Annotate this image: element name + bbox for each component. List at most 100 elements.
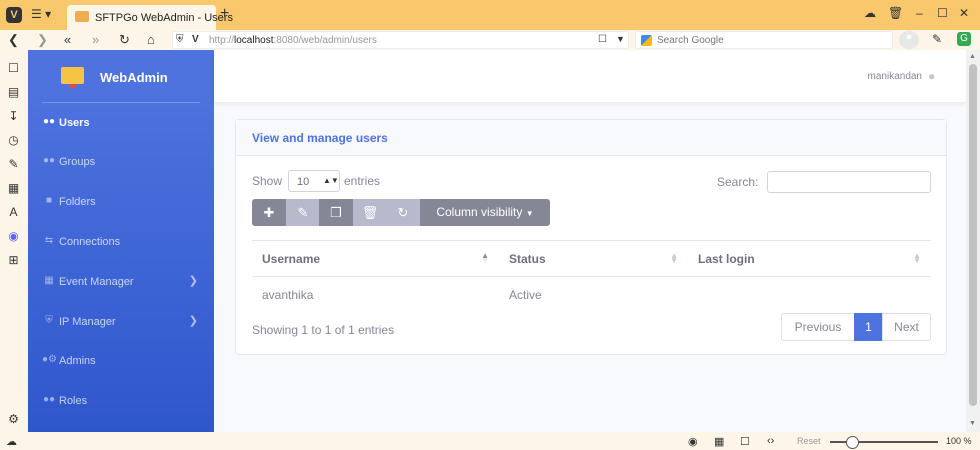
url-field[interactable]: ⛨ V http://localhost:8080/web/admin/user… xyxy=(172,31,629,49)
sftpgo-logo[interactable] xyxy=(61,67,84,88)
new-tab-button[interactable]: + xyxy=(220,5,229,23)
translate-icon[interactable]: A xyxy=(6,205,21,220)
reload-icon[interactable]: ↻ xyxy=(119,32,130,48)
column-header-status[interactable]: Status ▲ ▼ xyxy=(499,240,688,277)
reading-list-icon[interactable]: ▤ xyxy=(6,85,21,100)
column-header-username[interactable]: Username ▲ ▼ xyxy=(252,240,499,277)
history-icon[interactable]: ◷ xyxy=(6,133,21,148)
extension-icon[interactable]: ✎ xyxy=(932,32,942,46)
add-user-button[interactable]: ✚ xyxy=(252,199,286,226)
scroll-up-icon[interactable]: ▲ xyxy=(969,53,976,60)
sidebar-item-event-manager[interactable]: ▦ Event Manager ❯ xyxy=(28,269,214,295)
column-visibility-label: Column visibility xyxy=(436,205,523,219)
image-icon[interactable]: ▦ xyxy=(714,435,724,448)
search-google-field[interactable]: Search Google xyxy=(635,31,893,49)
sidebar-item-users[interactable]: ●● Users xyxy=(28,110,214,136)
tab-title: SFTPGo WebAdmin - Users xyxy=(95,12,233,24)
table-header-row: Username ▲ ▼ Status ▲ ▼ Last login ▲ ▼ xyxy=(252,240,931,277)
edit-user-button[interactable]: ✎ xyxy=(286,199,320,226)
search-placeholder: Search Google xyxy=(657,35,724,46)
home-icon[interactable]: ⌂ xyxy=(147,32,155,47)
capture-icon[interactable]: ◉ xyxy=(688,435,698,448)
extension-g-icon[interactable]: G xyxy=(957,32,971,46)
bookmarks-panel-icon[interactable]: ☐ xyxy=(6,61,21,76)
settings-icon[interactable]: ⚙ xyxy=(6,412,21,427)
card-header: View and manage users xyxy=(236,120,946,156)
sort-icon: ▲ ▼ xyxy=(670,251,678,265)
url-scheme: http:// xyxy=(209,35,235,46)
search-input[interactable] xyxy=(767,171,931,193)
zoom-reset-button[interactable]: Reset xyxy=(797,436,821,446)
page-1-button[interactable]: 1 xyxy=(854,313,883,341)
clone-user-button[interactable]: ❐ xyxy=(319,199,353,226)
sidebar-item-connections[interactable]: ⇆ Connections xyxy=(28,229,214,255)
browser-side-panel: ☐ ▤ ↧ ◷ ✎ ▦ A ◉ ⊞ ⚙ xyxy=(0,50,28,432)
trash-icon[interactable]: 🗑 xyxy=(888,6,903,20)
vivaldi-v-icon[interactable]: V xyxy=(192,34,199,45)
exchange-icon: ⇆ xyxy=(44,235,54,246)
sidebar-item-folders[interactable]: ■ Folders xyxy=(28,189,214,215)
google-icon xyxy=(641,35,652,46)
tab-stack-icon[interactable]: ☰ ▾ xyxy=(31,7,53,23)
minimize-icon[interactable]: – xyxy=(916,6,923,20)
mastodon-icon[interactable]: ◉ xyxy=(6,229,21,244)
next-page-button[interactable]: Next xyxy=(882,313,931,341)
sidebar-item-ip-manager[interactable]: ⛨ IP Manager ❯ xyxy=(28,309,214,335)
profile-avatar-icon[interactable]: ● xyxy=(899,31,919,49)
back-icon[interactable]: ❮ xyxy=(8,32,19,48)
code-icon[interactable]: ‹› xyxy=(767,435,774,447)
sync-cloud-icon[interactable]: ☁ xyxy=(6,435,17,448)
table-info: Showing 1 to 1 of 1 entries xyxy=(252,323,395,337)
shield-icon[interactable]: ⛨ xyxy=(176,34,184,45)
chevron-right-icon: ❯ xyxy=(188,315,198,327)
delete-user-button[interactable]: 🗑 xyxy=(353,199,387,226)
brand-title[interactable]: WebAdmin xyxy=(100,70,168,85)
sidebar-item-roles[interactable]: ●● Roles xyxy=(28,388,214,414)
zoom-slider-handle[interactable] xyxy=(846,436,859,449)
forward-icon[interactable]: ❯ xyxy=(37,32,48,48)
user-avatar-icon[interactable]: ● xyxy=(928,69,942,83)
entries-length-select[interactable]: 10 ▲▼ xyxy=(288,170,340,192)
sort-asc-icon: ▲ ▼ xyxy=(481,251,489,265)
column-header-label: Status xyxy=(509,251,546,266)
users-icon: ●● xyxy=(42,116,56,127)
rewind-icon[interactable]: « xyxy=(64,32,71,47)
column-header-label: Last login xyxy=(698,251,755,266)
calendar-icon: ▦ xyxy=(44,275,54,286)
notes-icon[interactable]: ✎ xyxy=(6,157,21,172)
column-visibility-button[interactable]: Column visibility ▼ xyxy=(420,199,550,226)
downloads-icon[interactable]: ↧ xyxy=(6,109,21,124)
users-card: View and manage users Show 10 ▲▼ entries… xyxy=(235,119,947,355)
column-header-last-login[interactable]: Last login ▲ ▼ xyxy=(688,240,931,277)
sidebar-item-groups[interactable]: ●● Groups xyxy=(28,149,214,175)
previous-page-button[interactable]: Previous xyxy=(781,313,855,341)
user-menu-name[interactable]: manikandan xyxy=(868,71,922,82)
add-panel-icon[interactable]: ⊞ xyxy=(6,253,21,268)
close-icon[interactable]: ✕ xyxy=(959,6,969,20)
sort-updown-icon: ▲▼ xyxy=(323,176,339,185)
topbar: manikandan ● xyxy=(214,50,966,102)
calendar-panel-icon[interactable]: ▦ xyxy=(6,181,21,196)
vertical-scrollbar[interactable]: ▲ ▼ xyxy=(966,50,980,432)
sidebar-item-label: Admins xyxy=(59,355,96,367)
url-dropdown-icon[interactable]: ▼ xyxy=(616,34,625,44)
browser-tab[interactable]: SFTPGo WebAdmin - Users xyxy=(67,5,233,30)
vivaldi-logo-icon[interactable]: V xyxy=(6,7,22,23)
entries-length-value: 10 xyxy=(297,176,310,188)
fast-forward-icon[interactable]: » xyxy=(92,32,99,47)
table-row[interactable]: avanthika Active xyxy=(252,277,931,313)
user-cog-icon: ●⚙ xyxy=(42,354,58,365)
scrollbar-thumb[interactable] xyxy=(969,64,977,406)
cloud-icon[interactable]: ☁ xyxy=(864,6,876,20)
card-title: View and manage users xyxy=(252,131,388,145)
sidebar-item-label: Connections xyxy=(59,236,121,248)
scroll-down-icon[interactable]: ▼ xyxy=(969,420,976,427)
bookmark-icon[interactable]: ☐ xyxy=(598,34,607,45)
window-icon[interactable]: ☐ xyxy=(740,435,750,448)
refresh-button[interactable]: ↻ xyxy=(386,199,420,226)
search-label: Search: xyxy=(717,175,759,189)
sidebar-divider xyxy=(42,102,200,103)
sidebar-item-admins[interactable]: ●⚙ Admins xyxy=(28,348,214,374)
sidebar-item-label: Roles xyxy=(59,395,88,407)
maximize-icon[interactable]: ☐ xyxy=(937,6,948,20)
